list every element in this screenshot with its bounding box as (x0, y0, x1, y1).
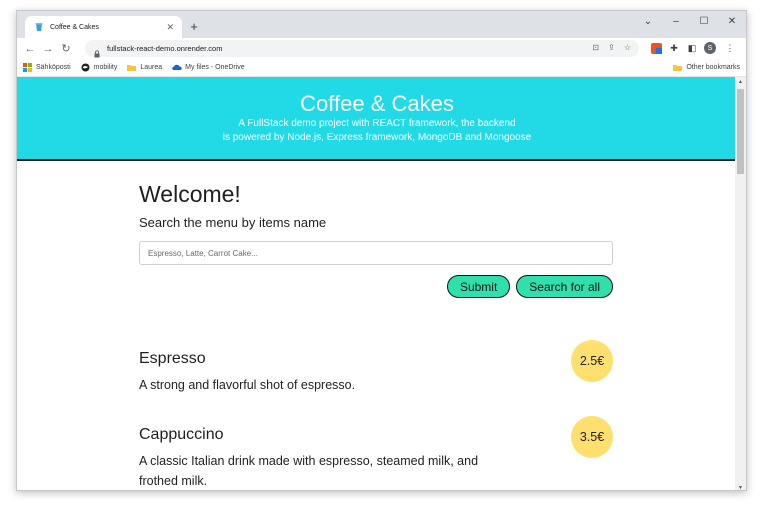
share-icon[interactable]: ⇪ (608, 43, 615, 52)
maximize-button[interactable]: ☐ (690, 11, 718, 31)
page-scrollbar[interactable]: ▲ ▼ (735, 77, 746, 491)
submit-button[interactable]: Submit (446, 275, 511, 298)
lock-icon (93, 45, 101, 57)
bookmark-label: My files - OneDrive (185, 64, 245, 71)
hero-line-2: is powered by Node.js, Express framework… (222, 132, 532, 143)
reload-icon[interactable]: ↻ (57, 40, 75, 58)
search-all-button[interactable]: Search for all (516, 275, 613, 298)
bookmarks-bar: Sähköposti mobility Laurea My files - On… (17, 59, 746, 77)
bookmark-laurea[interactable]: Laurea (127, 63, 162, 72)
scrollbar-thumb[interactable] (737, 89, 744, 174)
hero-banner: Coffee & Cakes A FullStack demo project … (17, 77, 737, 161)
scroll-down-icon[interactable]: ▼ (735, 483, 746, 491)
side-panel-icon[interactable]: ◧ (685, 41, 699, 55)
minimize-button[interactable]: – (662, 11, 690, 31)
bookmark-star-icon[interactable]: ☆ (624, 43, 631, 52)
bookmark-sahkoposti[interactable]: Sähköposti (23, 63, 71, 72)
browser-window: Coffee & Cakes ✕ + ⌄ – ☐ ✕ ← → ↻ fullsta… (16, 10, 747, 491)
url-text: fullstack-react-demo.onrender.com (107, 44, 223, 53)
item-description: A classic Italian drink made with espres… (139, 454, 479, 488)
bookmark-mobility[interactable]: mobility (81, 63, 118, 72)
bookmark-label: Sähköposti (36, 64, 71, 71)
folder-icon (673, 63, 683, 72)
close-tab-icon[interactable]: ✕ (166, 22, 174, 33)
puzzle-icon[interactable]: ✚ (667, 41, 681, 55)
back-icon[interactable]: ← (21, 40, 39, 58)
other-bookmarks-label: Other bookmarks (686, 64, 740, 71)
item-description: A strong and flavorful shot of espresso. (139, 378, 356, 392)
other-bookmarks[interactable]: Other bookmarks (673, 63, 740, 72)
menu-item: Espresso A strong and flavorful shot of … (139, 340, 613, 395)
search-input[interactable] (139, 241, 613, 265)
bookmark-label: Laurea (140, 64, 163, 71)
menu-item: Cappuccino A classic Italian drink made … (139, 416, 613, 490)
microsoft-icon (23, 63, 32, 72)
hero-line-1: A FullStack demo project with REACT fram… (238, 118, 516, 129)
folder-icon (127, 63, 137, 72)
cup-icon (33, 22, 44, 33)
cloud-icon (172, 63, 182, 72)
tab-strip: Coffee & Cakes ✕ + ⌄ – ☐ ✕ (17, 11, 746, 38)
scroll-up-icon[interactable]: ▲ (735, 77, 746, 86)
welcome-heading: Welcome! (139, 181, 241, 207)
bookmark-onedrive[interactable]: My files - OneDrive (172, 63, 245, 72)
main-content: Welcome! Search the menu by items name S… (139, 181, 613, 488)
browser-toolbar: ← → ↻ fullstack-react-demo.onrender.com … (17, 38, 746, 59)
browser-tab[interactable]: Coffee & Cakes ✕ (25, 16, 182, 38)
address-bar[interactable]: fullstack-react-demo.onrender.com ⊡ ⇪ ☆ (85, 40, 639, 57)
tab-title: Coffee & Cakes (50, 23, 99, 31)
avatar[interactable]: S (703, 41, 717, 55)
install-app-icon[interactable]: ⊡ (592, 43, 599, 52)
page-viewport: Coffee & Cakes A FullStack demo project … (17, 77, 737, 490)
tab-search-icon[interactable]: ⌄ (634, 11, 662, 31)
item-name: Espresso (139, 350, 206, 367)
search-instructions: Search the menu by items name (139, 215, 327, 230)
menu-icon[interactable]: ⋮ (723, 41, 737, 55)
search-buttons: Submit Search for all (139, 275, 613, 298)
close-window-button[interactable]: ✕ (718, 11, 746, 31)
forward-icon[interactable]: → (39, 40, 57, 58)
price-badge: 3.5€ (571, 416, 613, 458)
bookmark-label: mobility (93, 64, 118, 71)
globe-icon (81, 63, 90, 72)
new-tab-button[interactable]: + (185, 17, 203, 35)
extension-icon[interactable] (649, 41, 663, 55)
price-badge: 2.5€ (571, 340, 613, 382)
item-name: Cappuccino (139, 426, 224, 443)
profile-initial: S (704, 42, 716, 54)
site-title: Coffee & Cakes (300, 91, 454, 116)
